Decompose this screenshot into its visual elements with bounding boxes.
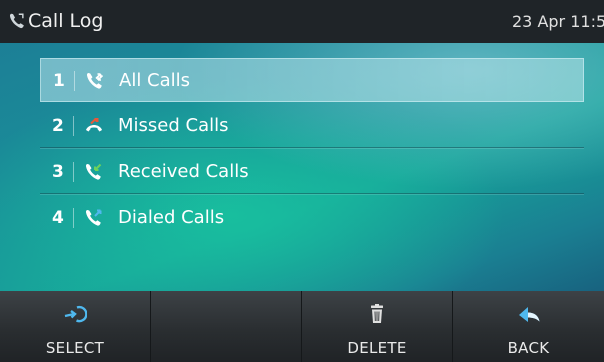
softkey-label: DELETE <box>347 339 407 357</box>
menu-item-label: Received Calls <box>118 161 249 182</box>
trash-icon <box>371 304 383 323</box>
select-button[interactable]: SELECT <box>0 291 151 362</box>
menu-item-number: 1 <box>53 71 65 91</box>
divider <box>73 162 74 182</box>
menu-item-label: Dialed Calls <box>118 207 225 228</box>
softkey-label: SELECT <box>45 339 105 357</box>
menu-item-missed-calls[interactable]: 2 Missed Calls <box>40 104 584 148</box>
back-arrow-icon <box>518 307 539 322</box>
softkey-label: BACK <box>507 339 550 357</box>
menu-item-number: 2 <box>52 116 64 136</box>
menu-item-label: All Calls <box>119 70 191 91</box>
date-time: 23 Apr 11:52 <box>512 12 604 31</box>
missed-calls-icon <box>86 118 102 132</box>
menu-item-label: Missed Calls <box>118 115 229 136</box>
menu-item-number: 4 <box>52 208 64 228</box>
menu-item-received-calls[interactable]: 3 Received Calls <box>40 150 584 194</box>
separator <box>40 193 584 194</box>
separator <box>40 147 584 148</box>
menu-item-all-calls[interactable]: 1 All Calls <box>40 58 584 102</box>
title-bar: Call Log 23 Apr 11:52 <box>0 0 604 43</box>
softkey-bar: SELECT DELETE BACK <box>0 291 604 362</box>
received-calls-icon <box>85 163 102 180</box>
divider <box>73 116 74 136</box>
divider <box>73 208 74 228</box>
all-calls-icon <box>86 73 104 89</box>
softkey-empty[interactable] <box>151 291 302 362</box>
divider <box>74 71 75 91</box>
back-button[interactable]: BACK <box>453 291 604 362</box>
menu-item-number: 3 <box>52 162 64 182</box>
dialed-calls-icon <box>85 209 102 226</box>
page-title: Call Log <box>28 10 104 32</box>
delete-button[interactable]: DELETE <box>302 291 453 362</box>
menu-item-dialed-calls[interactable]: 4 Dialed Calls <box>40 196 584 240</box>
phone-screen: Call Log 23 Apr 11:52 1 All Calls 2 Miss… <box>0 0 604 362</box>
select-icon <box>64 305 87 323</box>
phone-handset-icon <box>9 13 24 29</box>
